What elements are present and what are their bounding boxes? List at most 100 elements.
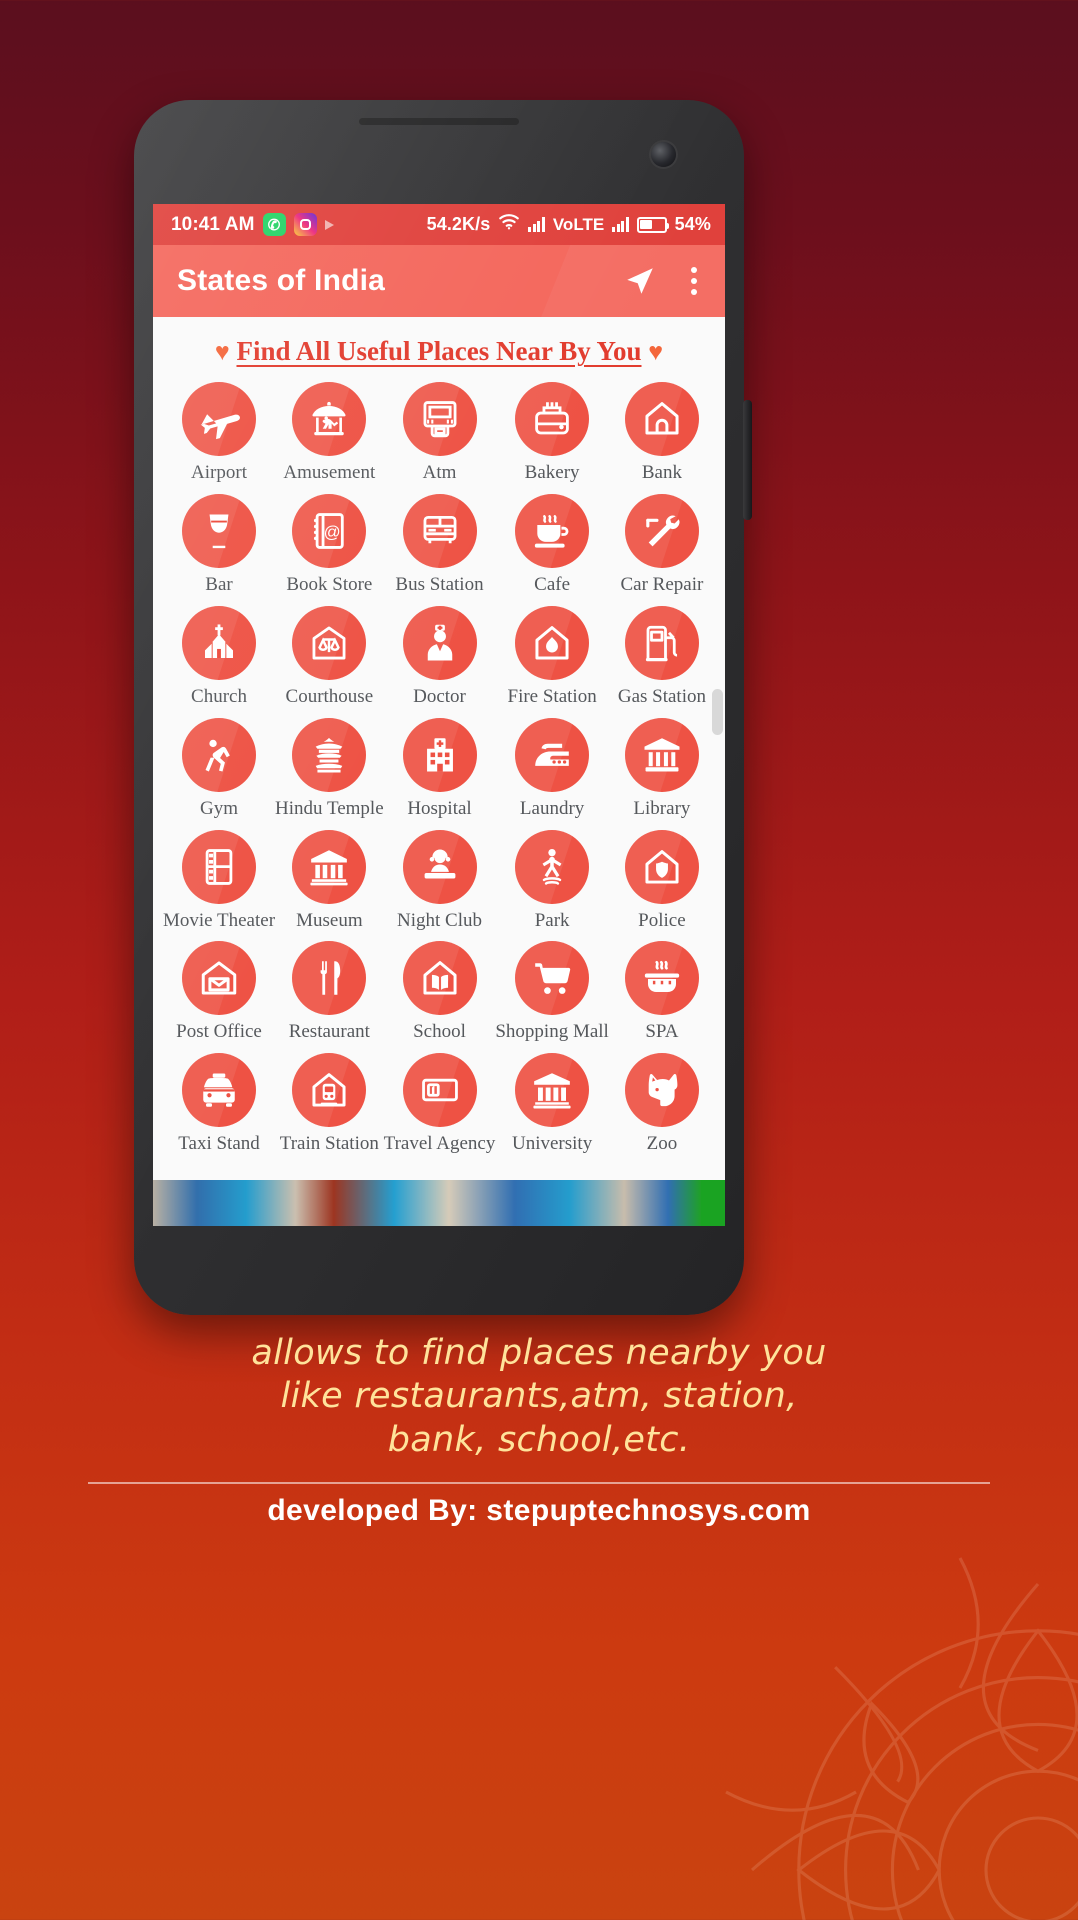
taxi-icon[interactable] bbox=[182, 1053, 257, 1128]
place-category-post-office[interactable]: Post Office bbox=[163, 941, 275, 1047]
place-category-museum[interactable]: Museum bbox=[275, 829, 384, 936]
place-category-hindu-temple[interactable]: Hindu Temple bbox=[275, 717, 384, 824]
place-category-hospital[interactable]: Hospital bbox=[384, 717, 496, 824]
content-area: ♥ Find All Useful Places Near By You ♥ A… bbox=[153, 317, 725, 1226]
place-category-courthouse[interactable]: Courthouse bbox=[275, 605, 384, 712]
place-category-cafe[interactable]: Cafe bbox=[495, 493, 608, 600]
temple-icon[interactable] bbox=[292, 717, 367, 792]
place-category-university[interactable]: University bbox=[495, 1053, 608, 1159]
film-strip-icon[interactable] bbox=[182, 829, 257, 904]
place-category-atm[interactable]: Atm bbox=[384, 382, 496, 488]
place-category-book-store[interactable]: @ Book Store bbox=[275, 493, 384, 600]
wrench-icon[interactable] bbox=[624, 493, 699, 568]
place-category-label: Library bbox=[633, 797, 691, 819]
church-icon[interactable] bbox=[182, 605, 257, 680]
place-category-bus-station[interactable]: Bus Station bbox=[384, 493, 496, 600]
wine-glass-icon[interactable] bbox=[182, 493, 257, 568]
place-category-label: School bbox=[413, 1021, 466, 1043]
svg-text:@: @ bbox=[324, 522, 341, 541]
power-button[interactable] bbox=[743, 400, 752, 520]
airplane-icon[interactable] bbox=[182, 382, 257, 456]
fork-knife-icon[interactable] bbox=[292, 941, 367, 1016]
place-category-restaurant[interactable]: Restaurant bbox=[275, 941, 384, 1047]
place-category-bar[interactable]: Bar bbox=[163, 493, 275, 600]
place-category-car-repair[interactable]: Car Repair bbox=[609, 493, 715, 600]
place-category-shopping-mall[interactable]: Shopping Mall bbox=[495, 941, 609, 1047]
place-category-train-station[interactable]: Train Station bbox=[275, 1053, 384, 1159]
place-category-label: University bbox=[511, 1133, 593, 1155]
place-category-library[interactable]: Library bbox=[609, 717, 715, 824]
place-category-label: Bar bbox=[205, 573, 233, 595]
place-category-spa[interactable]: SPA bbox=[609, 941, 715, 1047]
whatsapp-icon: ✆ bbox=[262, 213, 286, 236]
place-category-label: Bus Station bbox=[395, 573, 484, 595]
place-category-night-club[interactable]: Night Club bbox=[384, 829, 496, 936]
heart-icon-left: ♥ bbox=[214, 339, 230, 366]
coffee-cup-icon[interactable] bbox=[515, 493, 590, 568]
banner-green-edge bbox=[701, 1180, 725, 1226]
fire-house-icon[interactable] bbox=[515, 605, 590, 680]
place-category-label: Park bbox=[534, 909, 570, 931]
place-category-amusement[interactable]: Amusement bbox=[275, 382, 384, 488]
library-icon[interactable] bbox=[624, 717, 699, 792]
network-type: VoLTE bbox=[552, 214, 605, 234]
carousel-icon[interactable] bbox=[292, 382, 367, 456]
place-category-bakery[interactable]: Bakery bbox=[495, 382, 608, 488]
decorative-mandala bbox=[648, 1480, 1078, 1920]
shopping-cart-icon[interactable] bbox=[515, 941, 590, 1016]
dj-icon[interactable] bbox=[402, 829, 477, 904]
book-at-icon[interactable]: @ bbox=[292, 493, 367, 568]
fuel-pump-icon[interactable] bbox=[624, 605, 699, 680]
scales-justice-icon[interactable] bbox=[292, 605, 367, 680]
place-category-label: SPA bbox=[645, 1021, 679, 1043]
place-category-label: Zoo bbox=[646, 1133, 678, 1155]
museum-icon[interactable] bbox=[292, 829, 367, 904]
navigation-arrow-icon[interactable] bbox=[623, 264, 657, 298]
place-category-movie-theater[interactable]: Movie Theater bbox=[163, 829, 275, 936]
place-category-zoo[interactable]: Zoo bbox=[609, 1053, 715, 1159]
place-category-gas-station[interactable]: Gas Station bbox=[609, 605, 715, 712]
place-category-label: Travel Agency bbox=[383, 1133, 496, 1155]
place-category-label: Amusement bbox=[283, 462, 376, 483]
scrollbar-thumb[interactable] bbox=[712, 689, 723, 735]
heart-icon-right: ♥ bbox=[648, 339, 664, 366]
place-category-label: Taxi Stand bbox=[178, 1133, 260, 1155]
signal-icon-1 bbox=[528, 217, 545, 232]
overflow-menu-icon[interactable] bbox=[685, 263, 703, 299]
doctor-icon[interactable] bbox=[402, 605, 477, 680]
ticket-icon[interactable] bbox=[402, 1053, 477, 1128]
place-category-taxi-stand[interactable]: Taxi Stand bbox=[163, 1053, 275, 1159]
app-bar: States of India bbox=[153, 245, 725, 317]
mail-house-icon[interactable] bbox=[182, 941, 257, 1016]
hospital-icon[interactable] bbox=[402, 717, 477, 792]
person-stretch-icon[interactable] bbox=[515, 829, 590, 904]
iron-icon[interactable] bbox=[515, 717, 590, 792]
toaster-icon[interactable] bbox=[515, 382, 590, 456]
police-shield-icon[interactable] bbox=[624, 829, 699, 904]
place-category-doctor[interactable]: Doctor bbox=[384, 605, 496, 712]
headline-text: Find All Useful Places Near By You bbox=[236, 336, 642, 366]
place-category-park[interactable]: Park bbox=[495, 829, 608, 936]
exercise-icon[interactable] bbox=[182, 717, 257, 792]
train-icon[interactable] bbox=[292, 1053, 367, 1128]
spa-bath-icon[interactable] bbox=[624, 941, 699, 1016]
place-category-bank[interactable]: Bank bbox=[609, 382, 715, 488]
bank-home-icon[interactable] bbox=[624, 382, 699, 456]
place-category-police[interactable]: Police bbox=[609, 829, 715, 936]
wifi-icon bbox=[498, 213, 520, 236]
place-category-label: Gym bbox=[200, 797, 239, 819]
bus-icon[interactable] bbox=[402, 493, 477, 568]
dog-head-icon[interactable] bbox=[624, 1053, 699, 1128]
place-category-school[interactable]: School bbox=[384, 941, 496, 1047]
place-category-label: Gas Station bbox=[617, 685, 706, 707]
place-category-travel-agency[interactable]: Travel Agency bbox=[383, 1053, 496, 1159]
university-icon[interactable] bbox=[515, 1053, 590, 1128]
place-category-laundry[interactable]: Laundry bbox=[495, 717, 608, 824]
place-category-church[interactable]: Church bbox=[163, 605, 275, 712]
place-category-gym[interactable]: Gym bbox=[163, 717, 275, 824]
poster-caption: allows to find places nearby you like re… bbox=[0, 1332, 1078, 1462]
place-category-fire-station[interactable]: Fire Station bbox=[495, 605, 608, 712]
open-book-house-icon[interactable] bbox=[402, 941, 477, 1016]
atm-machine-icon[interactable] bbox=[402, 382, 477, 456]
place-category-airport[interactable]: Airport bbox=[163, 382, 275, 488]
